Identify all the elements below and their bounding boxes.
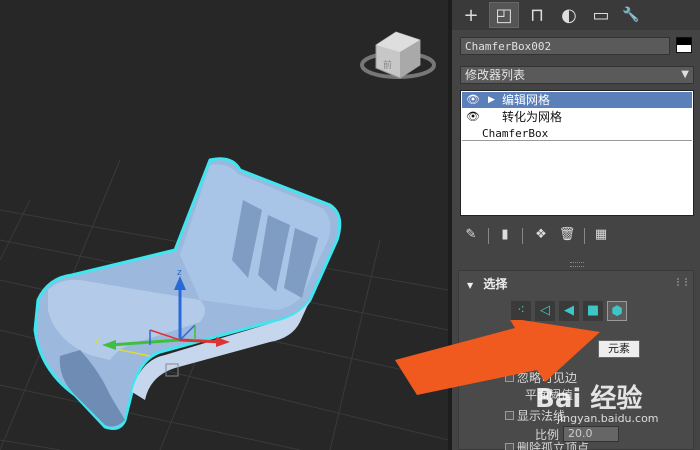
command-panel-tabs: + ◰ ⊓ ◐ ▭ 🔧	[452, 0, 700, 30]
expand-icon[interactable]: ▶	[488, 92, 495, 108]
polygon-mode-button[interactable]: ■	[583, 301, 603, 321]
motion-icon: ◐	[561, 4, 577, 26]
collapse-icon: ▼	[467, 281, 474, 290]
stack-item-convert-to-mesh[interactable]: 👁 转化为网格	[462, 109, 692, 125]
remove-modifier-icon[interactable]: 🗑	[558, 226, 576, 244]
viewcube[interactable]: 前	[360, 31, 436, 79]
object-name-field[interactable]: ChamferBox002	[460, 37, 670, 55]
configure-sets-icon[interactable]: ▦	[592, 226, 610, 244]
selection-rollout-title: 选择	[483, 277, 508, 291]
stack-toolbar: ✎ ▮ ❖ 🗑 ▦	[460, 226, 694, 246]
modifier-list-dropdown[interactable]: 修改器列表 ▼	[460, 66, 694, 84]
modify-tab[interactable]: ◰	[489, 2, 519, 28]
vertex-mode-button[interactable]: ⁖	[511, 301, 531, 321]
toolbar-divider	[522, 228, 523, 244]
drag-handle-icon[interactable]	[677, 278, 687, 286]
modify-icon: ◰	[495, 4, 513, 26]
create-tab[interactable]: +	[456, 2, 486, 28]
chamferbox-chair[interactable]	[33, 157, 342, 430]
edge-mode-button[interactable]: ◁	[535, 301, 555, 321]
selection-rollout-header[interactable]: ▼ 选择	[467, 275, 507, 292]
rollout-grip[interactable]	[570, 262, 584, 267]
plus-icon: +	[463, 4, 479, 26]
stack-item-label: 编辑网格	[502, 93, 551, 107]
hierarchy-tab[interactable]: ⊓	[522, 2, 552, 28]
viewport-scene: z y 前	[0, 31, 448, 450]
eye-icon[interactable]: 👁	[466, 109, 480, 125]
hierarchy-icon: ⊓	[529, 4, 545, 26]
watermark-sub: jingyan.baidu.com	[557, 412, 659, 425]
stack-item-edit-mesh[interactable]: 👁 ▶ 编辑网格	[462, 92, 692, 108]
motion-tab[interactable]: ◐	[554, 2, 584, 28]
svg-text:y: y	[94, 335, 100, 345]
watermark-main: Bai 经验	[535, 384, 643, 414]
make-unique-icon[interactable]: ❖	[532, 226, 550, 244]
toolbar-divider	[488, 228, 489, 244]
object-color-swatch[interactable]	[676, 37, 692, 53]
pin-icon[interactable]: ✎	[462, 226, 480, 244]
wrench-icon: 🔧	[622, 7, 640, 23]
toolbar-divider	[584, 228, 585, 244]
perspective-viewport[interactable]: z y 前	[0, 0, 448, 450]
face-mode-button[interactable]: ◀	[559, 301, 579, 321]
baidu-watermark: Bai 经验 jingyan.baidu.com	[535, 378, 659, 425]
delete-isolated-checkbox[interactable]	[505, 443, 514, 450]
stack-item-label: 转化为网格	[502, 110, 563, 124]
show-end-result-icon[interactable]: ▮	[496, 226, 514, 244]
display-icon: ▭	[592, 4, 610, 26]
eye-icon[interactable]: 👁	[466, 92, 480, 108]
chevron-down-icon: ▼	[681, 69, 689, 80]
utilities-tab[interactable]: 🔧	[616, 2, 646, 28]
svg-text:z: z	[177, 268, 182, 278]
delete-isolated-label: 删除孤立顶点	[517, 441, 590, 450]
element-mode-button[interactable]: ⬢	[607, 301, 627, 321]
modifier-stack: 👁 ▶ 编辑网格 👁 转化为网格 ChamferBox	[460, 90, 694, 216]
viewcube-face-label: 前	[383, 59, 392, 71]
show-normals-checkbox[interactable]	[505, 411, 514, 420]
display-tab[interactable]: ▭	[586, 2, 616, 28]
modifier-list-label: 修改器列表	[465, 68, 526, 82]
stack-divider	[462, 140, 692, 141]
